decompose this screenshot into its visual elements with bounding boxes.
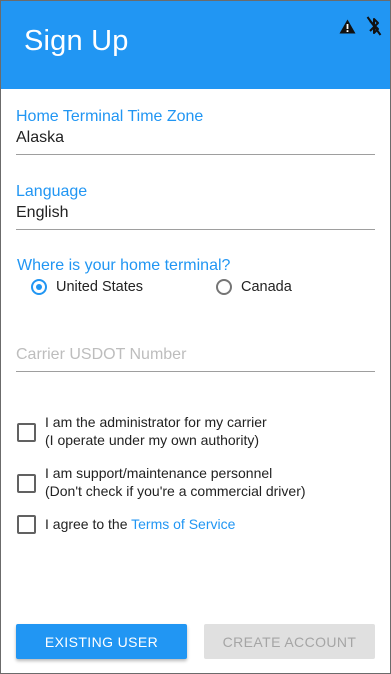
terms-of-service-link[interactable]: Terms of Service: [131, 516, 235, 532]
usdot-number-input[interactable]: [16, 339, 375, 372]
time-zone-value: Alaska: [16, 129, 65, 146]
admin-checkbox-line2: (I operate under my own authority): [45, 432, 259, 448]
support-checkbox-row[interactable]: I am support/maintenance personnel (Don'…: [17, 464, 306, 500]
terms-checkbox-row[interactable]: I agree to the Terms of Service: [17, 515, 235, 534]
language-field[interactable]: Language English: [16, 183, 375, 230]
radio-unselected-icon[interactable]: [216, 279, 232, 295]
support-checkbox[interactable]: [17, 474, 36, 493]
warning-icon: [339, 19, 356, 34]
support-checkbox-line1: I am support/maintenance personnel: [45, 465, 273, 481]
time-zone-underline: [16, 154, 375, 155]
bluetooth-disabled-icon: [366, 15, 382, 37]
radio-selected-icon[interactable]: [31, 279, 47, 295]
admin-checkbox-row[interactable]: I am the administrator for my carrier (I…: [17, 413, 267, 449]
support-checkbox-line2: (Don't check if you're a commercial driv…: [45, 483, 306, 499]
status-icons: [339, 15, 382, 37]
terms-prefix: I agree to the: [45, 516, 132, 532]
admin-checkbox-line1: I am the administrator for my carrier: [45, 414, 267, 430]
existing-user-button[interactable]: EXISTING USER: [16, 624, 187, 659]
radio-united-states-label: United States: [56, 279, 144, 295]
terms-checkbox-text: I agree to the Terms of Service: [45, 515, 235, 533]
radio-canada-label: Canada: [241, 279, 292, 295]
language-label: Language: [16, 183, 88, 200]
app-bar: Sign Up: [1, 1, 390, 89]
page-title: Sign Up: [24, 25, 129, 57]
radio-united-states[interactable]: United States: [31, 279, 143, 295]
radio-canada[interactable]: Canada: [216, 279, 292, 295]
home-terminal-question: Where is your home terminal?: [17, 257, 231, 274]
admin-checkbox-text: I am the administrator for my carrier (I…: [45, 413, 267, 449]
time-zone-field[interactable]: Home Terminal Time Zone Alaska: [16, 108, 375, 155]
language-value: English: [16, 204, 69, 221]
terms-checkbox[interactable]: [17, 515, 36, 534]
time-zone-label: Home Terminal Time Zone: [16, 108, 204, 125]
language-underline: [16, 229, 375, 230]
create-account-button[interactable]: CREATE ACCOUNT: [204, 624, 375, 659]
signup-screen: Sign Up Home Terminal Time Zone Alaska L: [0, 0, 391, 674]
admin-checkbox[interactable]: [17, 423, 36, 442]
support-checkbox-text: I am support/maintenance personnel (Don'…: [45, 464, 306, 500]
